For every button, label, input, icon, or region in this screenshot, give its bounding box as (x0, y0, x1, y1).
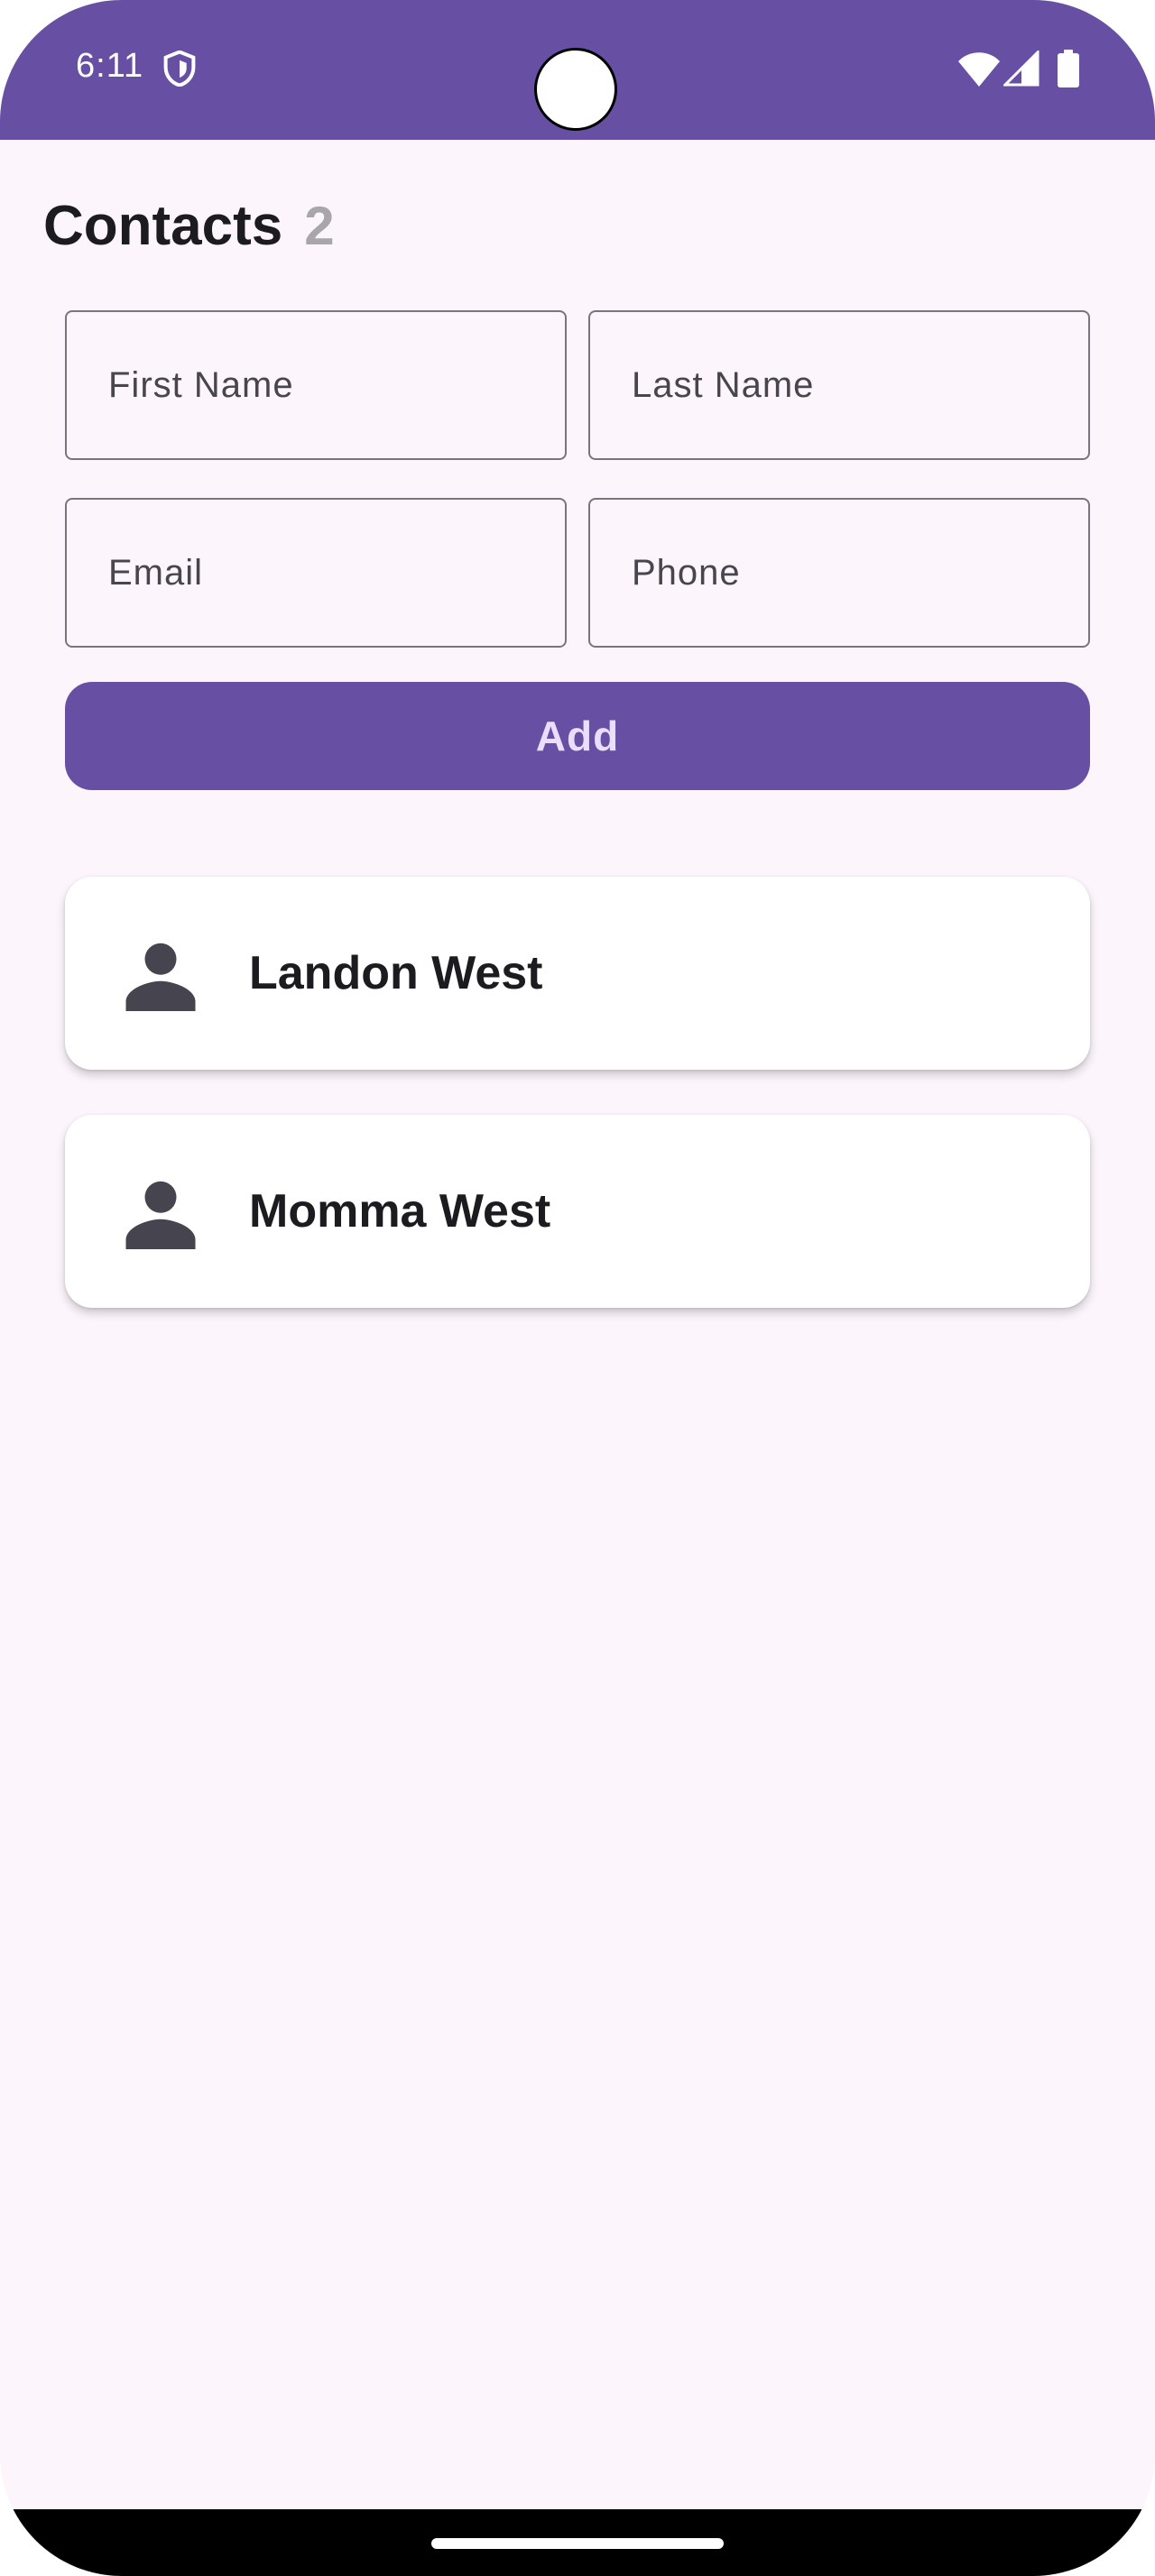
last-name-placeholder: Last Name (632, 364, 815, 405)
status-time: 6:11 (76, 47, 144, 85)
wifi-icon (958, 52, 1000, 87)
battery-icon (1058, 50, 1079, 87)
status-bar: 6:11 (0, 0, 1155, 140)
home-indicator[interactable] (431, 2538, 724, 2549)
contact-name: Momma West (249, 1185, 551, 1237)
phone-placeholder: Phone (632, 552, 741, 593)
email-placeholder: Email (108, 552, 204, 593)
person-icon (125, 1181, 196, 1249)
contact-count-badge: 2 (304, 195, 335, 256)
contact-card[interactable]: Momma West (65, 1115, 1090, 1308)
first-name-field[interactable]: First Name (65, 310, 567, 460)
phone-screen: 6:11 Contacts 2 First Name Last Name Ema… (0, 0, 1155, 2576)
last-name-field[interactable]: Last Name (588, 310, 1090, 460)
page-title: Contacts (43, 194, 283, 257)
signal-icon (1003, 51, 1040, 87)
email-field[interactable]: Email (65, 498, 567, 648)
shield-icon (163, 51, 196, 87)
contact-name: Landon West (249, 947, 543, 999)
phone-field[interactable]: Phone (588, 498, 1090, 648)
add-button[interactable]: Add (65, 682, 1090, 790)
person-icon (125, 943, 196, 1011)
contact-card[interactable]: Landon West (65, 877, 1090, 1070)
camera-cutout (534, 48, 617, 131)
first-name-placeholder: First Name (108, 364, 294, 405)
page-header: Contacts 2 (43, 189, 335, 262)
